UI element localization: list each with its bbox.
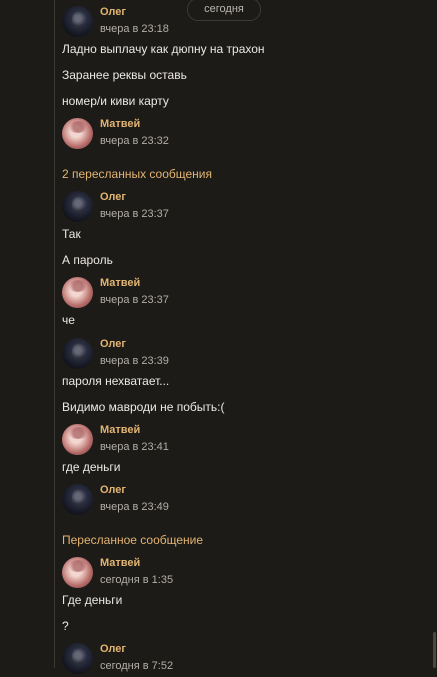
message-time[interactable]: вчера в 23:49 [100,501,169,513]
author-name[interactable]: Олег [100,484,126,496]
message-text: Видимо мавроди не побыть:( [62,400,225,414]
avatar[interactable] [62,557,93,588]
avatar[interactable] [62,191,93,222]
author-name[interactable]: Матвей [100,277,140,289]
message-time[interactable]: вчера в 23:41 [100,441,169,453]
message-text: че [62,313,75,327]
author-name[interactable]: Матвей [100,118,140,130]
author-name[interactable]: Олег [100,6,126,18]
thread-line [54,0,55,668]
message-text: где деньги [62,460,121,474]
message-text: Где деньги [62,593,123,607]
author-name[interactable]: Олег [100,338,126,350]
forwarded-messages-link[interactable]: 2 пересланных сообщения [62,167,212,181]
forwarded-message-link[interactable]: Пересланное сообщение [62,533,203,547]
date-divider: сегодня [187,0,261,21]
scrollbar-thumb[interactable] [433,632,436,668]
avatar[interactable] [62,277,93,308]
scrollbar-track[interactable] [432,0,437,668]
avatar[interactable] [62,338,93,369]
message-text: Ладно выплачу как дюпну на трахон [62,42,265,56]
author-name[interactable]: Матвей [100,424,140,436]
message-text: ? [62,619,69,633]
avatar[interactable] [62,643,93,674]
avatar[interactable] [62,484,93,515]
message-time[interactable]: вчера в 23:32 [100,135,169,147]
message-text: номер/и киви карту [62,94,169,108]
avatar[interactable] [62,118,93,149]
message-time[interactable]: сегодня в 1:35 [100,574,173,586]
message-text: Заранее реквы оставь [62,68,187,82]
author-name[interactable]: Олег [100,643,126,655]
message-time[interactable]: вчера в 23:18 [100,23,169,35]
message-text: Так [62,227,81,241]
avatar[interactable] [62,6,93,37]
message-text: пароля нехватает... [62,374,170,388]
avatar[interactable] [62,424,93,455]
message-time[interactable]: вчера в 23:37 [100,294,169,306]
author-name[interactable]: Матвей [100,557,140,569]
message-time[interactable]: вчера в 23:39 [100,355,169,367]
author-name[interactable]: Олег [100,191,126,203]
message-time[interactable]: сегодня в 7:52 [100,660,173,672]
message-text: А пароль [62,253,113,267]
message-time[interactable]: вчера в 23:37 [100,208,169,220]
